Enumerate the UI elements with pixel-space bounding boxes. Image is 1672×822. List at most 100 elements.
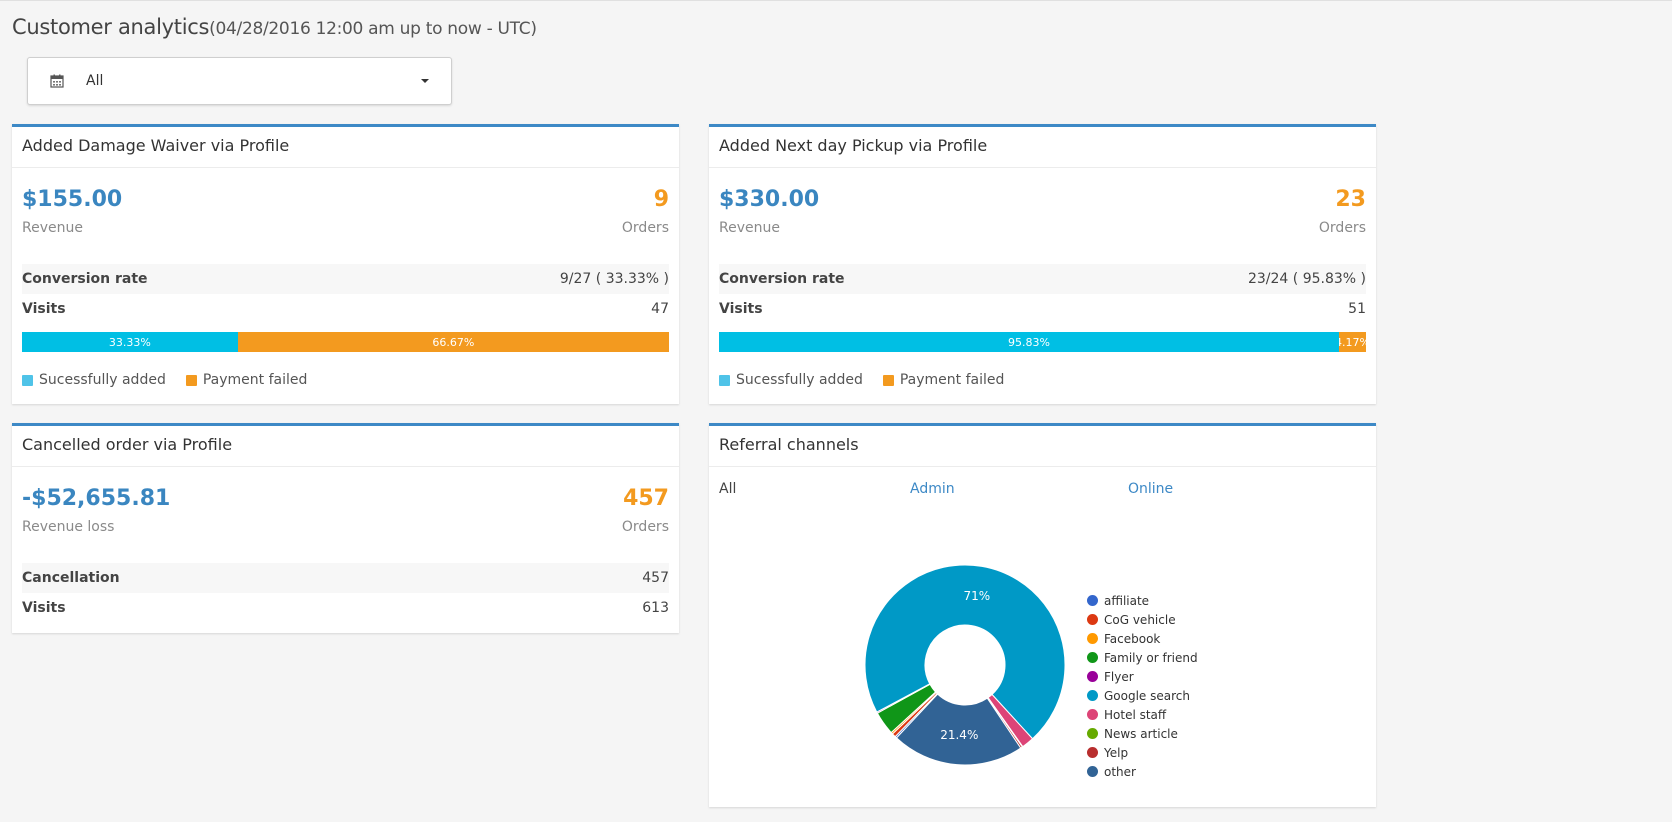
legend-label: Family or friend: [1104, 650, 1198, 665]
legend-item-other[interactable]: other: [1087, 762, 1198, 781]
cancellation-label: Cancellation: [22, 570, 120, 586]
legend-dot: [1087, 766, 1098, 777]
tab-online[interactable]: Online: [1128, 481, 1173, 497]
conversion-rate-label: Conversion rate: [22, 271, 148, 287]
legend-dot: [1087, 614, 1098, 625]
revenue-loss-value: -$52,655.81: [22, 486, 171, 511]
legend-item-yelp[interactable]: Yelp: [1087, 743, 1198, 762]
cancellation-value: 457: [642, 570, 669, 586]
legend-swatch: [22, 374, 33, 386]
revenue-loss-label: Revenue loss: [22, 519, 115, 535]
cancelled-order-card: Cancelled order via Profile -$52,655.81 …: [12, 423, 679, 633]
conversion-rate-value: 9/27 ( 33.33% ): [559, 271, 669, 287]
revenue-label: Revenue: [719, 220, 780, 236]
conversion-rate-label: Conversion rate: [719, 271, 845, 287]
visits-value: 613: [642, 600, 669, 616]
legend-item-affiliate[interactable]: affiliate: [1087, 591, 1198, 610]
visits-value: 51: [1348, 301, 1366, 317]
cancellation-row: Cancellation 457: [22, 563, 669, 593]
orders-value: 9: [653, 187, 669, 212]
legend-dot: [1087, 671, 1098, 682]
visits-row: Visits 47: [22, 294, 669, 324]
visits-label: Visits: [22, 301, 66, 317]
legend-item-success: Sucessfully added: [719, 372, 863, 388]
legend-item-family-or-friend[interactable]: Family or friend: [1087, 648, 1198, 667]
legend-item-cog-vehicle[interactable]: CoG vehicle: [1087, 610, 1198, 629]
legend-dot: [1087, 595, 1098, 606]
donut-data-label: 71%: [963, 589, 990, 603]
orders-value: 23: [1335, 187, 1366, 212]
visits-label: Visits: [22, 600, 66, 616]
tab-admin[interactable]: Admin: [910, 481, 955, 497]
failed-segment: 4.17%: [1339, 332, 1366, 352]
legend-label: CoG vehicle: [1104, 612, 1176, 627]
orders-value: 457: [623, 486, 669, 511]
visits-label: Visits: [719, 301, 763, 317]
legend-dot: [1087, 709, 1098, 720]
legend-label: News article: [1104, 726, 1178, 741]
revenue-value: $330.00: [719, 187, 820, 212]
legend-dot: [1087, 652, 1098, 663]
referral-channels-card: Referral channels All Admin Online 71% 21…: [709, 423, 1376, 807]
legend-label: Google search: [1104, 688, 1190, 703]
legend-dot: [1087, 633, 1098, 644]
legend-label: other: [1104, 764, 1136, 779]
tab-all[interactable]: All: [719, 481, 736, 497]
revenue-label: Revenue: [22, 220, 83, 236]
legend-label: Payment failed: [899, 372, 1005, 388]
filter-value: All: [86, 73, 104, 89]
legend-label: Flyer: [1104, 669, 1134, 684]
legend-dot: [1087, 728, 1098, 739]
referral-chart: 71% 21.4% affiliate CoG vehicle Facebook Fam…: [709, 507, 1376, 822]
legend-item-google-search[interactable]: Google search: [1087, 686, 1198, 705]
referral-donut-chart: 71% 21.4%: [864, 564, 1066, 766]
orders-label: Orders: [621, 519, 669, 535]
legend-label: affiliate: [1104, 593, 1150, 608]
visits-value: 47: [651, 301, 669, 317]
legend-item-flyer[interactable]: Flyer: [1087, 667, 1198, 686]
legend-label: Payment failed: [202, 372, 308, 388]
calendar-icon: [50, 74, 64, 88]
conversion-progress-bar: 33.33% 66.67%: [22, 332, 669, 352]
page-title-text: Customer analytics: [12, 15, 210, 39]
legend-swatch: [719, 374, 730, 386]
legend-item-hotel-staff[interactable]: Hotel staff: [1087, 705, 1198, 724]
card-title: Added Damage Waiver via Profile: [12, 127, 679, 168]
card-title: Added Next day Pickup via Profile: [709, 127, 1376, 168]
page-title: Customer analytics(04/28/2016 12:00 am u…: [12, 15, 537, 39]
channel-filter-dropdown[interactable]: All: [27, 57, 452, 105]
bar-legend: Sucessfully added Payment failed: [719, 372, 1366, 388]
legend-item-failed: Payment failed: [882, 372, 1005, 388]
conversion-rate-row: Conversion rate 9/27 ( 33.33% ): [22, 264, 669, 294]
legend-item-facebook[interactable]: Facebook: [1087, 629, 1198, 648]
card-title: Referral channels: [709, 426, 1376, 467]
conversion-rate-row: Conversion rate 23/24 ( 95.83% ): [719, 264, 1366, 294]
success-segment: 95.83%: [719, 332, 1340, 352]
legend-label: Sucessfully added: [39, 372, 166, 388]
legend-item-failed: Payment failed: [185, 372, 308, 388]
legend-label: Yelp: [1104, 745, 1129, 760]
revenue-value: $155.00: [22, 187, 123, 212]
visits-row: Visits 613: [22, 593, 669, 623]
legend-swatch: [882, 374, 894, 386]
bar-legend: Sucessfully added Payment failed: [22, 372, 669, 388]
visits-row: Visits 51: [719, 294, 1366, 324]
conversion-progress-bar: 95.83% 4.17%: [719, 332, 1366, 352]
damage-waiver-card: Added Damage Waiver via Profile $155.00 …: [12, 124, 679, 404]
referral-tabs: All Admin Online: [709, 467, 1376, 507]
next-day-pickup-card: Added Next day Pickup via Profile $330.0…: [709, 124, 1376, 404]
date-range-label: (04/28/2016 12:00 am up to now - UTC): [209, 19, 537, 39]
legend-item-news-article[interactable]: News article: [1087, 724, 1198, 743]
legend-dot: [1087, 690, 1098, 701]
orders-label: Orders: [621, 220, 669, 236]
donut-data-label: 21.4%: [940, 728, 978, 742]
referral-chart-legend: affiliate CoG vehicle Facebook Family or fr…: [1087, 591, 1198, 781]
failed-segment: 66.67%: [237, 332, 669, 352]
conversion-rate-value: 23/24 ( 95.83% ): [1247, 271, 1366, 287]
legend-label: Hotel staff: [1104, 707, 1167, 722]
legend-dot: [1087, 747, 1098, 758]
legend-label: Sucessfully added: [736, 372, 863, 388]
legend-swatch: [185, 374, 197, 386]
legend-label: Facebook: [1104, 631, 1161, 646]
orders-label: Orders: [1318, 220, 1366, 236]
